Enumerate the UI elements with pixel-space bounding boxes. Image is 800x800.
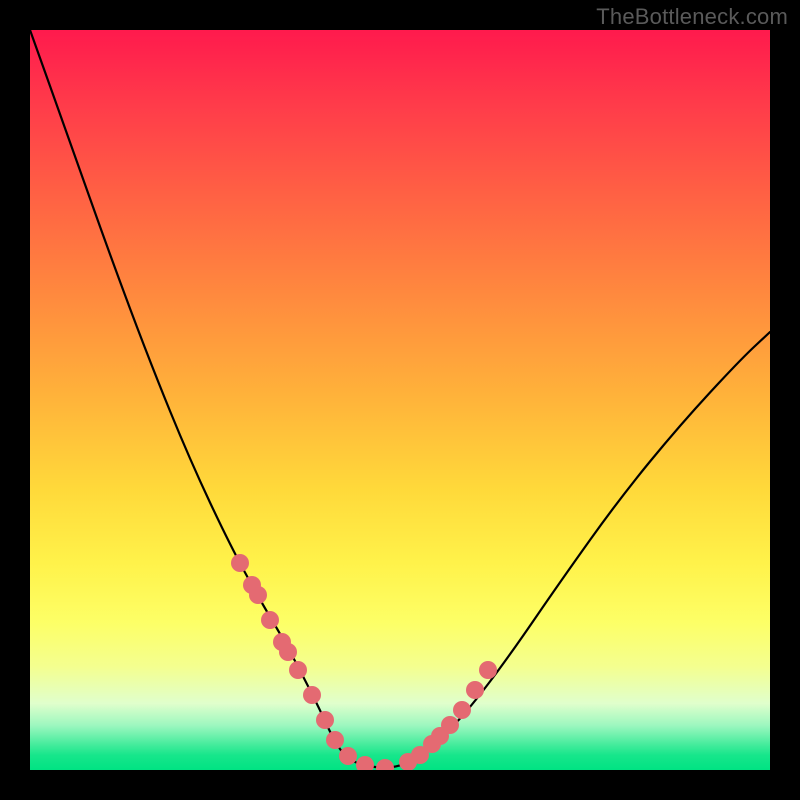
marker-dot bbox=[303, 686, 321, 704]
marker-dot bbox=[453, 701, 471, 719]
marker-dot bbox=[261, 611, 279, 629]
bottleneck-curve bbox=[30, 30, 770, 768]
marker-dot bbox=[376, 759, 394, 770]
marker-dots-group bbox=[231, 554, 497, 770]
marker-dot bbox=[356, 756, 374, 770]
marker-dot bbox=[231, 554, 249, 572]
marker-dot bbox=[441, 716, 459, 734]
marker-dot bbox=[279, 643, 297, 661]
marker-dot bbox=[466, 681, 484, 699]
marker-dot bbox=[316, 711, 334, 729]
marker-dot bbox=[289, 661, 307, 679]
chart-svg bbox=[30, 30, 770, 770]
marker-dot bbox=[479, 661, 497, 679]
watermark-text: TheBottleneck.com bbox=[596, 4, 788, 30]
marker-dot bbox=[326, 731, 344, 749]
marker-dot bbox=[339, 747, 357, 765]
marker-dot bbox=[249, 586, 267, 604]
chart-plot-area bbox=[30, 30, 770, 770]
